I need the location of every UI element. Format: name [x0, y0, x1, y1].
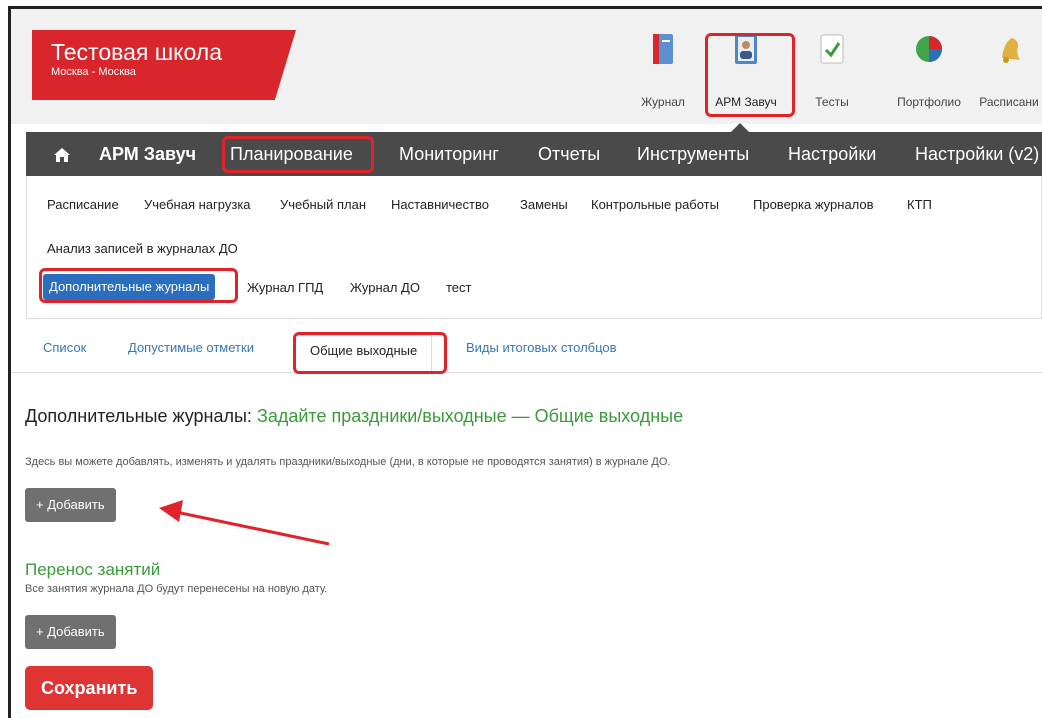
page: Тестовая школа Москва - Москва Журнал АР…: [11, 9, 1042, 718]
screenshot-frame: Тестовая школа Москва - Москва Журнал АР…: [8, 6, 1042, 718]
annotation-arrow: [159, 500, 330, 546]
